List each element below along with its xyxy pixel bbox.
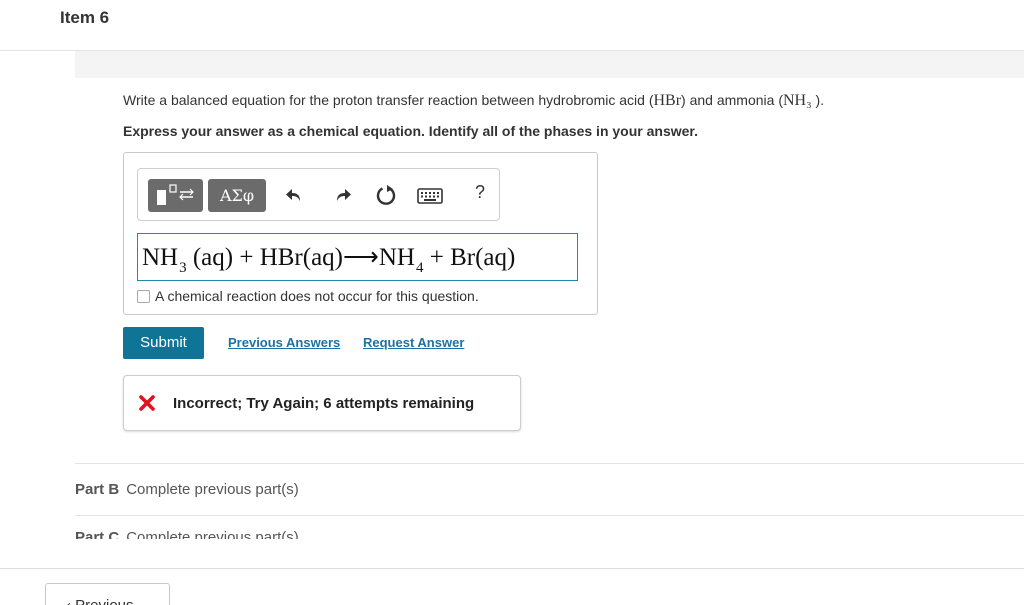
templates-icon — [157, 184, 194, 205]
feedback-text: Incorrect; Try Again; 6 attempts remaini… — [173, 395, 475, 412]
undo-icon[interactable] — [283, 183, 307, 207]
instruction-text: Express your answer as a chemical equati… — [123, 123, 698, 139]
answer-term: (aq) + HBr(aq)⟶NH — [186, 244, 415, 271]
part-a-header — [75, 51, 1024, 78]
help-button[interactable]: ? — [475, 182, 485, 203]
part-b-row[interactable]: Part B Complete previous part(s) — [75, 481, 299, 498]
no-reaction-checkbox[interactable] — [137, 289, 150, 303]
divider — [75, 515, 1024, 516]
request-answer-link[interactable]: Request Answer — [363, 335, 464, 350]
base-formula: NH₃ — [782, 92, 812, 109]
no-reaction-option: A chemical reaction does not occur for t… — [137, 288, 479, 304]
templates-button[interactable] — [148, 179, 203, 212]
redo-icon[interactable] — [330, 183, 354, 207]
equation-toolbar: ΑΣφ ? — [137, 168, 500, 221]
question-suffix: ). — [811, 92, 825, 108]
part-label: Part C — [75, 529, 120, 539]
question-text: Write a balanced equation for the proton… — [123, 92, 824, 110]
greek-symbols-button[interactable]: ΑΣφ — [208, 179, 266, 212]
previous-answers-link[interactable]: Previous Answers — [228, 335, 340, 350]
acid-formula: HBr — [653, 92, 682, 109]
item-title: Item 6 — [60, 8, 110, 27]
divider — [0, 568, 1024, 569]
keyboard-icon[interactable] — [417, 185, 443, 207]
previous-button[interactable]: ‹ Previous — [45, 583, 170, 605]
part-c-row[interactable]: Part C Complete previous part(s) — [75, 529, 475, 539]
feedback-panel: Incorrect; Try Again; 6 attempts remaini… — [123, 375, 521, 431]
no-reaction-label[interactable]: A chemical reaction does not occur for t… — [155, 288, 479, 304]
x-icon — [139, 395, 155, 411]
answer-input[interactable]: NH3 (aq) + HBr(aq)⟶NH4 + Br(aq) — [137, 233, 578, 281]
answer-box: ΑΣφ ? NH3 (aq) + HBr(aq)⟶NH4 + Br(aq) A — [123, 152, 598, 315]
answer-equation: NH3 (aq) + HBr(aq)⟶NH4 + Br(aq) — [142, 242, 515, 277]
reset-icon[interactable] — [374, 183, 398, 207]
part-status: Complete previous part(s) — [126, 481, 299, 498]
answer-subscript: 3 — [179, 260, 187, 276]
previous-label: ‹ Previous — [66, 597, 134, 605]
part-status: Complete previous part(s) — [126, 529, 299, 539]
answer-term: + Br(aq) — [423, 244, 516, 271]
question-middle: ) and ammonia ( — [681, 92, 783, 108]
answer-term: NH — [142, 244, 179, 271]
question-prefix: Write a balanced equation for the proton… — [123, 92, 654, 108]
submit-button[interactable]: Submit — [123, 327, 204, 359]
divider — [75, 463, 1024, 464]
part-label: Part B — [75, 481, 120, 498]
